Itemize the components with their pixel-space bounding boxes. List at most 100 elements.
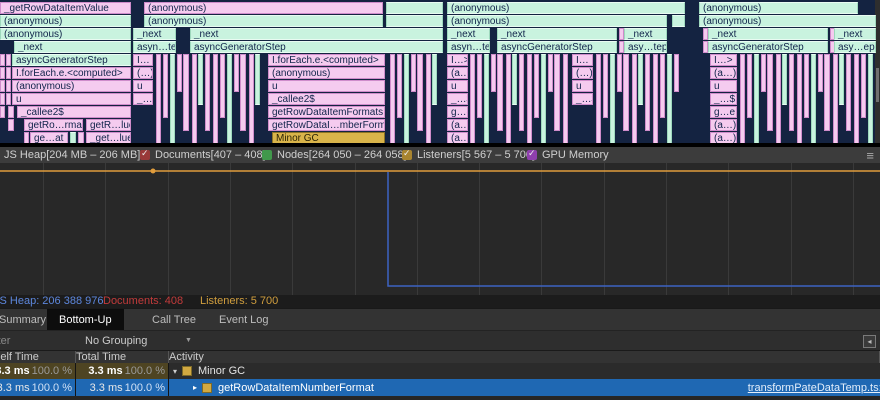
counters-graph[interactable]: [0, 163, 880, 295]
flame-frame[interactable]: [432, 54, 437, 105]
flame-frame[interactable]: [0, 80, 5, 92]
flame-frame[interactable]: [404, 54, 409, 143]
flame-frame[interactable]: (anonymous): [268, 67, 385, 79]
flame-frame[interactable]: [617, 54, 622, 92]
flame-frame[interactable]: I.forEach.e.<computed>: [12, 67, 131, 79]
flame-frame[interactable]: [177, 54, 182, 92]
flame-frame[interactable]: [672, 15, 685, 27]
flame-frame[interactable]: (…): [572, 67, 593, 79]
table-row[interactable]: 3.3 ms100.0 %3.3 ms100.0 %▸getRowDataIte…: [0, 379, 880, 396]
tab-bottom-up[interactable]: Bottom-Up: [47, 309, 124, 331]
flame-frame[interactable]: _next: [497, 28, 617, 40]
flame-frame[interactable]: _…$: [710, 93, 737, 105]
flame-frame[interactable]: [470, 54, 475, 143]
counter-toggle-documents[interactable]: ✓Documents[407 – 408]: [140, 147, 266, 163]
flame-frame[interactable]: [674, 54, 679, 92]
flame-frame[interactable]: (anonymous): [12, 80, 131, 92]
flame-frame[interactable]: [767, 54, 773, 131]
flame-frame[interactable]: [861, 54, 866, 118]
flame-frame[interactable]: [645, 54, 650, 131]
flame-frame[interactable]: [205, 54, 210, 131]
flame-frame[interactable]: [6, 67, 11, 79]
flame-frame[interactable]: _callee2$: [268, 93, 385, 105]
flame-frame[interactable]: u: [133, 80, 153, 92]
flame-frame[interactable]: (anonymous): [447, 2, 685, 14]
flame-frame[interactable]: [804, 54, 809, 118]
flame-frame[interactable]: [491, 54, 496, 92]
flame-frame[interactable]: getRowDataItemFormats: [268, 106, 385, 118]
flame-frame[interactable]: [397, 54, 402, 118]
flame-frame[interactable]: [506, 54, 511, 143]
flame-frame[interactable]: asyncGeneratorStep: [190, 41, 443, 53]
flame-frame[interactable]: [818, 54, 823, 92]
overflow-menu-icon[interactable]: ≡: [866, 148, 874, 163]
flame-frame[interactable]: asyncGeneratorStep: [497, 41, 617, 53]
source-link[interactable]: transformPateDataTemp.ts:280: [748, 379, 880, 396]
table-row[interactable]: 3.3 ms100.0 %3.3 ms100.0 %▾Minor GC: [0, 363, 880, 379]
flame-frame[interactable]: [563, 54, 568, 143]
flame-frame[interactable]: [548, 54, 553, 92]
flame-frame[interactable]: asyncGeneratorStep: [708, 41, 828, 53]
flame-frame[interactable]: [747, 54, 752, 118]
flame-frame[interactable]: (…): [133, 67, 153, 79]
flame-frame[interactable]: [497, 54, 503, 131]
chevron-down-icon[interactable]: ▾: [173, 367, 177, 376]
flame-frame[interactable]: [0, 106, 5, 118]
flame-chart[interactable]: _getRowDataItemValue(anonymous)(anonymou…: [0, 0, 880, 143]
flame-frame[interactable]: [811, 54, 816, 143]
flame-frame[interactable]: [163, 54, 168, 118]
flame-frame[interactable]: [797, 54, 802, 143]
counter-toggle-nodes[interactable]: Nodes[264 050 – 264 058]: [262, 147, 407, 163]
show-sidebar-icon[interactable]: ◂: [863, 335, 876, 348]
flame-frame[interactable]: _getRowDataItemValue: [0, 2, 131, 14]
flame-frame[interactable]: (a…): [447, 132, 468, 143]
flame-frame[interactable]: (anonymous): [699, 2, 858, 14]
flame-frame[interactable]: u: [572, 80, 593, 92]
grouping-select[interactable]: No Grouping ▼: [85, 331, 147, 351]
checkbox-nodes[interactable]: [262, 150, 272, 160]
flame-frame[interactable]: [240, 54, 246, 131]
flame-frame[interactable]: _next: [708, 28, 828, 40]
flame-frame[interactable]: _get…lue: [86, 132, 131, 143]
flame-frame[interactable]: I…>: [710, 54, 737, 66]
flame-frame[interactable]: u: [710, 80, 737, 92]
counter-toggle-listeners[interactable]: ✓Listeners[5 567 – 5 700]: [402, 147, 535, 163]
flame-frame[interactable]: [638, 54, 643, 105]
flame-frame[interactable]: [541, 54, 546, 143]
flame-frame[interactable]: _…: [133, 93, 153, 105]
flame-frame[interactable]: u: [268, 80, 385, 92]
flame-frame[interactable]: Minor GC: [272, 132, 385, 143]
flame-frame[interactable]: _callee2$: [17, 106, 131, 118]
flame-frame[interactable]: [227, 54, 232, 143]
flame-frame[interactable]: getR…lue: [86, 119, 131, 131]
flame-frame[interactable]: asy…tep: [624, 41, 667, 53]
flame-frame[interactable]: [761, 54, 766, 92]
flame-frame[interactable]: [0, 93, 5, 105]
checkbox-listeners[interactable]: ✓: [402, 150, 412, 160]
counter-toggle-gpu-memory[interactable]: ✓GPU Memory: [527, 147, 609, 163]
flame-frame[interactable]: [6, 80, 11, 92]
counter-toggle-js-heap[interactable]: JS Heap[204 MB – 206 MB]: [4, 147, 140, 163]
flame-frame[interactable]: (anonymous): [699, 15, 876, 27]
flame-frame[interactable]: _next: [190, 28, 443, 40]
activity-cell[interactable]: ▸getRowDataItemNumberFormattransformPate…: [169, 379, 880, 396]
flame-frame[interactable]: [610, 54, 615, 143]
flame-frame[interactable]: [170, 54, 175, 143]
flame-frame[interactable]: (a…): [710, 132, 737, 143]
flame-frame[interactable]: _next: [624, 28, 667, 40]
tab-call-tree[interactable]: Call Tree: [140, 309, 208, 331]
flame-frame[interactable]: (anonymous): [447, 15, 667, 27]
flame-frame[interactable]: [789, 54, 794, 131]
flame-frame[interactable]: u: [12, 93, 131, 105]
flame-frame[interactable]: [554, 54, 560, 131]
flame-frame[interactable]: I.forEach.e.<computed>: [268, 54, 385, 66]
flame-frame[interactable]: [386, 15, 443, 27]
flame-frame[interactable]: [512, 54, 517, 105]
flame-frame[interactable]: [255, 54, 260, 105]
flame-frame[interactable]: _next: [447, 28, 490, 40]
flame-frame[interactable]: (anonymous): [0, 15, 131, 27]
flame-frame[interactable]: [220, 54, 225, 118]
flame-frame[interactable]: ge…at: [30, 132, 68, 143]
flame-frame[interactable]: [754, 54, 759, 143]
flame-frame[interactable]: (a…): [710, 67, 737, 79]
